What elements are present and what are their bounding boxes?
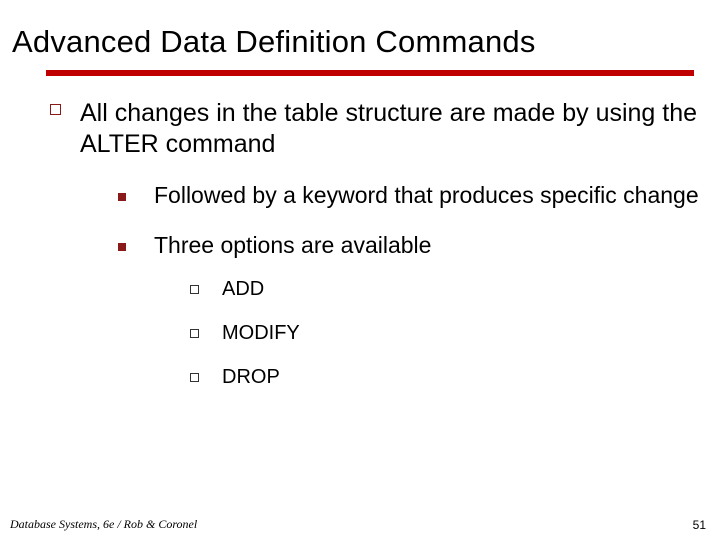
list-item: Three options are available bbox=[118, 231, 702, 259]
list-item: Followed by a keyword that produces spec… bbox=[118, 181, 702, 209]
hollow-square-icon bbox=[190, 365, 222, 389]
list-item: All changes in the table structure are m… bbox=[50, 98, 702, 159]
hollow-square-icon bbox=[190, 277, 222, 301]
solid-square-icon bbox=[118, 181, 154, 209]
title-underline bbox=[46, 70, 694, 76]
lvl3-text: ADD bbox=[222, 277, 264, 301]
solid-square-icon bbox=[118, 231, 154, 259]
page-title: Advanced Data Definition Commands bbox=[12, 24, 702, 60]
lvl3-text: MODIFY bbox=[222, 321, 300, 345]
page-number: 51 bbox=[693, 518, 706, 532]
hollow-square-icon bbox=[190, 321, 222, 345]
content-body: All changes in the table structure are m… bbox=[18, 98, 702, 389]
list-item: DROP bbox=[190, 365, 702, 389]
lvl1-text: All changes in the table structure are m… bbox=[80, 98, 702, 159]
slide: Advanced Data Definition Commands All ch… bbox=[0, 0, 720, 540]
hollow-square-icon bbox=[50, 98, 80, 159]
list-item: ADD bbox=[190, 277, 702, 301]
list-item: MODIFY bbox=[190, 321, 702, 345]
lvl2-text: Followed by a keyword that produces spec… bbox=[154, 181, 699, 209]
lvl3-text: DROP bbox=[222, 365, 280, 389]
footer-source: Database Systems, 6e / Rob & Coronel bbox=[10, 517, 197, 532]
lvl2-text: Three options are available bbox=[154, 231, 431, 259]
